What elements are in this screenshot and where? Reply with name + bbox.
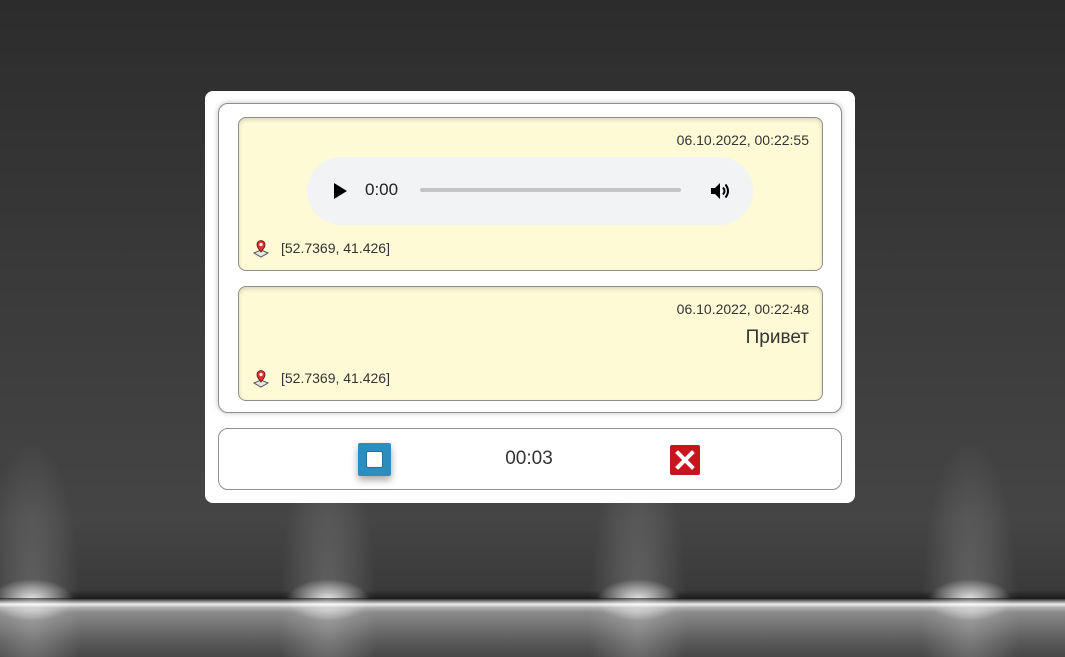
audio-time: 0:00	[365, 180, 399, 199]
message-location: [52.7369, 41.426]	[251, 368, 390, 388]
audio-progress-bar[interactable]	[420, 188, 681, 192]
map-pin-icon	[252, 240, 270, 258]
message-audio: 06.10.2022, 00:22:55 0:00 [52.7369, 41.4…	[238, 117, 823, 271]
close-icon	[675, 450, 695, 470]
coordinates-text: [52.7369, 41.426]	[281, 370, 390, 386]
coordinates-text: [52.7369, 41.426]	[281, 240, 390, 256]
message-date: 06.10.2022, 00:22:55	[676, 132, 809, 148]
message-feed[interactable]: 06.10.2022, 00:22:55 0:00 [52.7369, 41.4…	[218, 103, 842, 413]
cancel-recording-button[interactable]	[670, 445, 700, 475]
chat-app-window: 06.10.2022, 00:22:55 0:00 [52.7369, 41.4…	[205, 91, 855, 503]
message-text: 06.10.2022, 00:22:48 Привет [52.7369, 41…	[238, 286, 823, 401]
map-pin-icon	[252, 370, 270, 388]
stop-recording-button[interactable]	[358, 443, 391, 476]
message-date: 06.10.2022, 00:22:48	[676, 301, 809, 317]
volume-icon[interactable]	[708, 179, 732, 203]
stop-icon	[366, 451, 383, 468]
background-floor-light	[0, 598, 1065, 612]
message-body: Привет	[745, 327, 809, 348]
play-icon[interactable]	[331, 181, 349, 201]
recording-panel: 00:03	[218, 428, 842, 490]
recording-timer: 00:03	[505, 448, 553, 469]
message-location: [52.7369, 41.426]	[251, 238, 390, 258]
audio-player[interactable]: 0:00	[307, 157, 753, 225]
